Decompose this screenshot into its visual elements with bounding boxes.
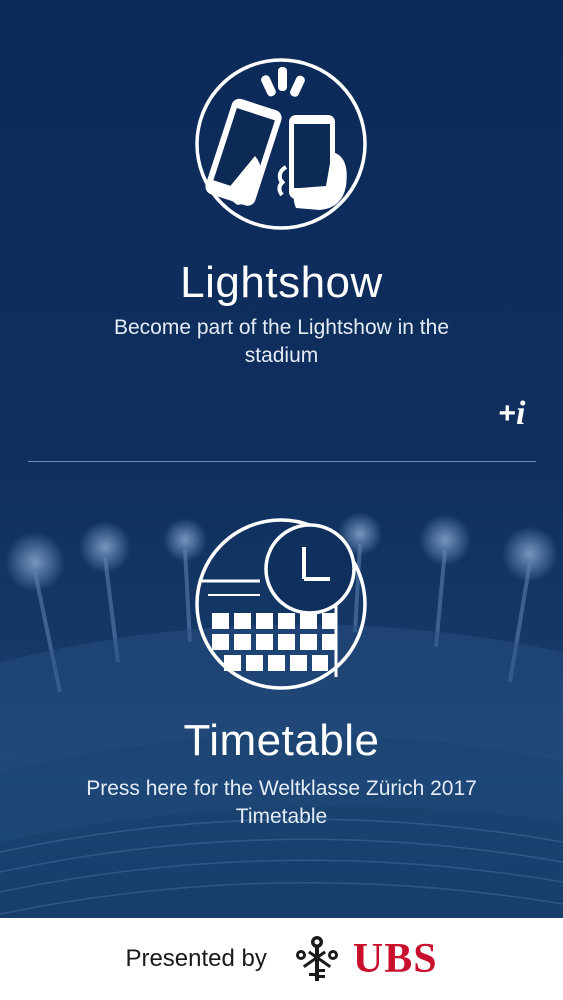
timetable-title: Timetable xyxy=(183,716,380,765)
ubs-logo-text: UBS xyxy=(352,936,438,982)
lightshow-title: Lightshow xyxy=(180,258,383,307)
lightshow-section[interactable]: Lightshow Become part of the Lightshow i… xyxy=(0,0,563,462)
phone-hands-icon xyxy=(194,57,368,231)
lightshow-description: Become part of the Lightshow in the stad… xyxy=(113,316,450,367)
more-info-button[interactable]: + i xyxy=(488,394,536,434)
presented-by-label: Presented by xyxy=(125,945,267,972)
info-icon: i xyxy=(516,395,526,432)
sponsor-footer: Presented by UBS xyxy=(0,918,563,1000)
ubs-keys-icon xyxy=(295,936,338,981)
calendar-clock-icon xyxy=(194,517,368,691)
timetable-section[interactable]: Timetable Press here for the Weltklasse … xyxy=(0,462,563,918)
timetable-description: Press here for the Weltklasse Zürich 201… xyxy=(86,777,477,828)
plus-icon: + xyxy=(498,397,517,430)
